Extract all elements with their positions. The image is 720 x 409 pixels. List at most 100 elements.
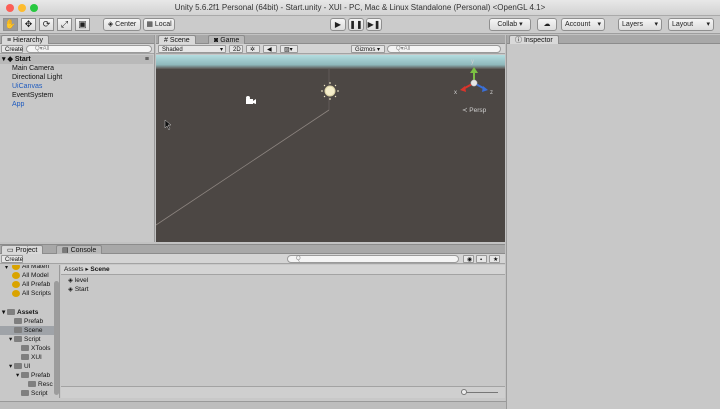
tree-scrollbar[interactable]: [54, 281, 59, 395]
layout-dropdown[interactable]: Layout ▾: [668, 18, 714, 31]
tree-item[interactable]: ▾ Script: [0, 335, 54, 344]
tree-item[interactable]: Prefab: [0, 317, 54, 326]
minimize-window-button[interactable]: [18, 4, 26, 12]
effects-dropdown[interactable]: ▨▾: [280, 45, 298, 53]
asset-file-label: Start: [74, 286, 89, 293]
hierarchy-subbar: Create ▾ Q▾All: [0, 44, 154, 61]
move-tool-button[interactable]: ✥: [21, 18, 36, 31]
hierarchy-item[interactable]: EventSystem: [0, 91, 153, 100]
inspector-panel: ⓘ Inspector: [506, 35, 720, 409]
unity-scene-file-icon: ◈: [68, 286, 75, 293]
play-button[interactable]: ▶: [330, 18, 346, 31]
layers-dropdown[interactable]: Layers ▾: [618, 18, 662, 31]
tree-item[interactable]: Script: [0, 389, 54, 398]
gizmo-axes-icon: [460, 67, 488, 92]
zoom-slider-track[interactable]: [463, 392, 498, 393]
tree-item[interactable]: XTools: [0, 344, 54, 353]
tree-item-label: Prefab: [24, 318, 44, 325]
folder-icon: [21, 390, 29, 397]
scene-grid: [156, 69, 339, 226]
project-subbar: Create ▾ Q ◉ ⬩ ★: [0, 254, 505, 271]
tab-game[interactable]: ◙ Game: [208, 35, 246, 44]
toggle-2d-button[interactable]: 2D: [229, 45, 243, 53]
project-tree: All Materi All Model All Prefab All Scripts…: [0, 265, 60, 398]
tab-scene[interactable]: # Scene: [158, 35, 196, 44]
speaker-icon: ◀: [267, 47, 272, 53]
tab-project[interactable]: ▭ Project: [1, 245, 44, 254]
audio-toggle-button[interactable]: ◀: [263, 45, 277, 53]
scene-viewport[interactable]: y x z ≺ Persp: [156, 55, 505, 242]
scene-tabstrip: # Scene ◙ Game: [156, 35, 505, 44]
inspector-tabstrip: ⓘ Inspector: [507, 35, 720, 44]
pause-button[interactable]: ❚❚: [348, 18, 364, 31]
tree-item[interactable]: ▾ Assets: [0, 308, 54, 317]
project-tabstrip: ▭ Project ▤ Console: [0, 245, 505, 254]
dropdown-arrow-icon: ▾: [654, 21, 658, 28]
hierarchy-item[interactable]: UiCanvas: [0, 82, 153, 91]
zoom-slider-thumb[interactable]: [461, 389, 467, 395]
favorite-item-label: All Prefab: [22, 281, 51, 288]
hierarchy-search-input[interactable]: Q▾All: [26, 45, 152, 53]
folder-icon: [14, 336, 22, 343]
breadcrumb: Assets ▸ Scene: [61, 265, 505, 275]
hierarchy-item[interactable]: Directional Light: [0, 73, 153, 82]
tab-hierarchy[interactable]: ≡ Hierarchy: [1, 35, 49, 44]
scale-tool-button[interactable]: ⤢: [57, 18, 72, 31]
account-dropdown[interactable]: Account ▾: [561, 18, 605, 31]
tree-item[interactable]: XUI: [0, 353, 54, 362]
close-window-button[interactable]: [6, 4, 14, 12]
scene-row[interactable]: ▾ ◆ Start ≡: [0, 55, 153, 64]
shading-mode-dropdown[interactable]: Shaded ▾: [158, 45, 226, 53]
hierarchy-item[interactable]: Main Camera: [0, 64, 153, 73]
favorite-button[interactable]: ★: [489, 255, 500, 263]
orientation-gizmo[interactable]: y x z: [454, 59, 494, 101]
scene-search-input[interactable]: Q▾All: [387, 45, 501, 53]
tree-item[interactable]: Scene: [0, 326, 54, 335]
asset-file[interactable]: ◈ level: [68, 276, 88, 285]
camera-icon[interactable]: [246, 96, 256, 104]
tree-item[interactable]: Resc: [0, 380, 54, 389]
tree-item-label: XUI: [31, 354, 42, 361]
pivot-local-button[interactable]: ▦ Local: [143, 18, 175, 31]
rect-tool-button[interactable]: ▣: [75, 18, 90, 31]
folder-tab-icon: ▭: [7, 247, 16, 254]
projection-mode-label[interactable]: ≺ Persp: [462, 106, 486, 114]
tab-console[interactable]: ▤ Console: [56, 245, 103, 254]
rotate-tool-button[interactable]: ⟳: [39, 18, 54, 31]
hierarchy-item[interactable]: App: [0, 100, 153, 109]
cloud-icon: ☁: [543, 21, 551, 28]
breadcrumb-scene[interactable]: Scene: [90, 266, 109, 273]
move-icon: ✥: [24, 19, 33, 29]
scene-menu-icon[interactable]: ≡: [145, 55, 149, 64]
asset-file-label: level: [74, 277, 89, 284]
project-search-input[interactable]: Q: [287, 255, 459, 263]
directional-light-icon[interactable]: [324, 85, 336, 97]
window-title: Unity 5.6.2f1 Personal (64bit) - Start.u…: [174, 3, 546, 12]
tree-item[interactable]: ▾ Prefab: [0, 371, 54, 380]
project-create-button[interactable]: Create ▾: [1, 255, 23, 271]
filter-label-button[interactable]: ⬩: [476, 255, 487, 263]
collab-button[interactable]: Collab ▾: [489, 18, 531, 31]
tab-inspector[interactable]: ⓘ Inspector: [509, 35, 559, 44]
play-icon: ▶: [334, 20, 342, 29]
asset-file[interactable]: ◈ Start: [68, 285, 89, 294]
tree-item[interactable]: ▾ UI: [0, 362, 54, 371]
favorite-item[interactable]: All Prefab: [12, 280, 50, 289]
hierarchy-create-button[interactable]: Create ▾: [1, 45, 23, 61]
step-button[interactable]: ▶❚: [366, 18, 382, 31]
breadcrumb-assets[interactable]: Assets: [64, 266, 84, 273]
pivot-center-button[interactable]: ◈ Center: [103, 18, 141, 31]
tree-item-label: Script: [24, 336, 41, 343]
gizmos-dropdown[interactable]: Gizmos ▾: [351, 45, 385, 53]
lighting-toggle-button[interactable]: ✲: [246, 45, 260, 53]
folder-icon: [21, 372, 29, 379]
pause-icon: ❚❚: [349, 20, 363, 29]
cloud-button[interactable]: ☁: [537, 18, 557, 31]
favorite-item[interactable]: All Model: [12, 271, 49, 280]
tree-item-label: Assets: [17, 309, 39, 316]
maximize-window-button[interactable]: [30, 4, 38, 12]
favorite-item[interactable]: All Scripts: [12, 289, 51, 298]
hand-tool-button[interactable]: ✋: [3, 18, 18, 31]
filter-type-button[interactable]: ◉: [463, 255, 474, 263]
gizmo-x-label: x: [454, 90, 457, 96]
